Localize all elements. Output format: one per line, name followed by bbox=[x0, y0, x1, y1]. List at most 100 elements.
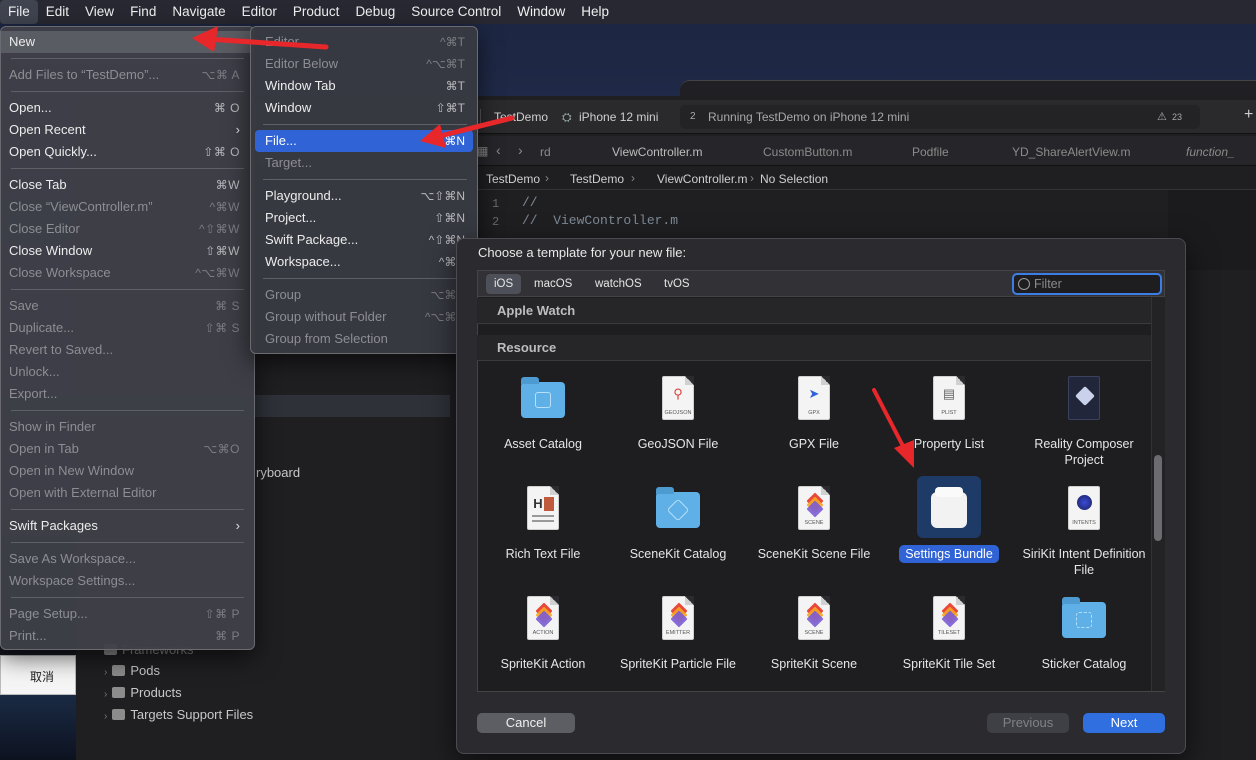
platform-tab-watchos[interactable]: watchOS bbox=[587, 274, 650, 294]
platform-tab-macos[interactable]: macOS bbox=[526, 274, 580, 294]
forward-icon[interactable]: › bbox=[518, 142, 523, 158]
menu-item-close-window[interactable]: Close Window ⇧⌘W bbox=[1, 240, 254, 262]
jumpbar-group[interactable]: TestDemo bbox=[570, 172, 624, 186]
template-asset-catalog[interactable]: Asset Catalog bbox=[475, 376, 611, 452]
menu-item-new[interactable]: New bbox=[1, 31, 254, 53]
template-sticker-catalog[interactable]: Sticker Catalog bbox=[1016, 596, 1152, 672]
navigator-item-partial[interactable]: ryboard bbox=[256, 465, 300, 480]
menu-editor[interactable]: Editor bbox=[234, 0, 285, 24]
scheme-name[interactable]: TestDemo bbox=[494, 110, 548, 124]
menu-item-save-as-workspace[interactable]: Save As Workspace... bbox=[1, 548, 254, 570]
previous-button[interactable]: Previous bbox=[987, 713, 1069, 733]
menu-item-close-editor[interactable]: Close Editor ^⇧⌘W bbox=[1, 218, 254, 240]
menu-file[interactable]: File bbox=[0, 0, 38, 24]
menu-product[interactable]: Product bbox=[285, 0, 348, 24]
submenu-item-editor-below[interactable]: Editor Below ^⌥⌘T bbox=[255, 53, 473, 75]
template-spritekit-particle[interactable]: EMITTER SpriteKit Particle File bbox=[610, 596, 746, 672]
menu-separator bbox=[11, 509, 244, 510]
menu-view[interactable]: View bbox=[77, 0, 122, 24]
tab-podfile[interactable]: Podfile bbox=[912, 145, 949, 159]
warning-icon[interactable]: ⚠ bbox=[1157, 110, 1167, 123]
scrollbar-thumb[interactable] bbox=[1154, 455, 1162, 541]
next-button[interactable]: Next bbox=[1083, 713, 1165, 733]
platform-tab-tvos[interactable]: tvOS bbox=[656, 274, 698, 294]
platform-tab-ios[interactable]: iOS bbox=[486, 274, 522, 294]
menu-debug[interactable]: Debug bbox=[347, 0, 403, 24]
menu-item-show-in-finder[interactable]: Show in Finder bbox=[1, 416, 254, 438]
grid-icon[interactable]: ▦ bbox=[477, 144, 488, 158]
template-geojson-file[interactable]: ⚲ GEOJSON GeoJSON File bbox=[610, 376, 746, 452]
code-line[interactable]: // ViewController.m bbox=[522, 213, 678, 228]
template-reality-composer[interactable]: Reality Composer Project bbox=[1016, 376, 1152, 468]
activity-text: Running TestDemo on iPhone 12 mini bbox=[708, 110, 910, 124]
back-icon[interactable]: ‹ bbox=[496, 142, 501, 158]
menu-separator bbox=[263, 124, 467, 125]
menu-window[interactable]: Window bbox=[509, 0, 573, 24]
submenu-item-target[interactable]: Target... bbox=[255, 152, 473, 174]
menu-help[interactable]: Help bbox=[573, 0, 617, 24]
menu-item-export[interactable]: Export... bbox=[1, 383, 254, 405]
template-spritekit-scene[interactable]: SCENE SpriteKit Scene bbox=[746, 596, 882, 672]
jumpbar-project[interactable]: TestDemo bbox=[486, 172, 540, 186]
file-menu: New Add Files to “TestDemo”... ⌥⌘ A Open.… bbox=[0, 26, 255, 650]
menu-item-open-new-window[interactable]: Open in New Window bbox=[1, 460, 254, 482]
menu-item-save[interactable]: Save ⌘ S bbox=[1, 295, 254, 317]
submenu-item-file[interactable]: File... ⌘N bbox=[255, 130, 473, 152]
submenu-item-window[interactable]: Window ⇧⌘T bbox=[255, 97, 473, 119]
submenu-item-project[interactable]: Project... ⇧⌘N bbox=[255, 207, 473, 229]
template-property-list[interactable]: ▤ PLIST Property List bbox=[881, 376, 1017, 452]
submenu-item-workspace[interactable]: Workspace... ^⌘N bbox=[255, 251, 473, 273]
filter-input[interactable] bbox=[1034, 276, 1154, 292]
menu-item-close-tab[interactable]: Close Tab ⌘W bbox=[1, 174, 254, 196]
add-icon[interactable]: + bbox=[1244, 106, 1253, 124]
template-spritekit-action[interactable]: ACTION SpriteKit Action bbox=[475, 596, 611, 672]
menu-item-open[interactable]: Open... ⌘ O bbox=[1, 97, 254, 119]
submenu-item-window-tab[interactable]: Window Tab ⌘T bbox=[255, 75, 473, 97]
menu-item-open-in-tab[interactable]: Open in Tab ⌥⌘O bbox=[1, 438, 254, 460]
menu-item-print[interactable]: Print... ⌘ P bbox=[1, 625, 254, 647]
template-settings-bundle[interactable]: Settings Bundle bbox=[881, 486, 1017, 563]
tab-function[interactable]: function_ bbox=[1186, 145, 1235, 159]
navigator-folder-products[interactable]: › Products bbox=[104, 685, 182, 700]
menu-item-close-workspace[interactable]: Close Workspace ^⌥⌘W bbox=[1, 262, 254, 284]
jumpbar-file[interactable]: ViewController.m bbox=[657, 172, 747, 186]
menu-item-close-file[interactable]: Close “ViewController.m” ^⌘W bbox=[1, 196, 254, 218]
template-scenekit-catalog[interactable]: SceneKit Catalog bbox=[610, 486, 746, 562]
menu-edit[interactable]: Edit bbox=[38, 0, 77, 24]
code-line[interactable]: // bbox=[522, 195, 538, 210]
submenu-item-playground[interactable]: Playground... ⌥⇧⌘N bbox=[255, 185, 473, 207]
submenu-item-group-from-selection[interactable]: Group from Selection bbox=[255, 328, 473, 350]
menu-item-open-recent[interactable]: Open Recent › bbox=[1, 119, 254, 141]
menu-item-open-quickly[interactable]: Open Quickly... ⇧⌘ O bbox=[1, 141, 254, 163]
tab-custombutton[interactable]: CustomButton.m bbox=[763, 145, 852, 159]
menu-item-unlock[interactable]: Unlock... bbox=[1, 361, 254, 383]
navigator-folder-pods[interactable]: › Pods bbox=[104, 663, 160, 678]
submenu-item-swift-package[interactable]: Swift Package... ^⇧⌘N bbox=[255, 229, 473, 251]
menu-source-control[interactable]: Source Control bbox=[403, 0, 509, 24]
menu-item-swift-packages[interactable]: Swift Packages › bbox=[1, 515, 254, 537]
menu-item-add-files[interactable]: Add Files to “TestDemo”... ⌥⌘ A bbox=[1, 64, 254, 86]
template-rich-text-file[interactable]: H Rich Text File bbox=[475, 486, 611, 562]
chevron-right-icon: › bbox=[545, 171, 549, 185]
jumpbar-symbol[interactable]: No Selection bbox=[760, 172, 828, 186]
template-gpx-file[interactable]: ➤ GPX GPX File bbox=[746, 376, 882, 452]
menu-item-duplicate[interactable]: Duplicate... ⇧⌘ S bbox=[1, 317, 254, 339]
menu-item-open-external[interactable]: Open with External Editor bbox=[1, 482, 254, 504]
menu-item-workspace-settings[interactable]: Workspace Settings... bbox=[1, 570, 254, 592]
tab-partial[interactable]: rd bbox=[540, 145, 551, 159]
menu-item-page-setup[interactable]: Page Setup... ⇧⌘ P bbox=[1, 603, 254, 625]
cancel-button[interactable]: Cancel bbox=[477, 713, 575, 733]
menu-item-revert[interactable]: Revert to Saved... bbox=[1, 339, 254, 361]
menu-find[interactable]: Find bbox=[122, 0, 164, 24]
navigator-folder-targets-support[interactable]: › Targets Support Files bbox=[104, 707, 253, 722]
tab-viewcontroller[interactable]: ViewController.m bbox=[612, 145, 702, 159]
template-scenekit-scene-file[interactable]: SCENE SceneKit Scene File bbox=[746, 486, 882, 562]
template-spritekit-tile-set[interactable]: TILESET SpriteKit Tile Set bbox=[881, 596, 1017, 672]
menu-navigate[interactable]: Navigate bbox=[164, 0, 233, 24]
tab-sharealertview[interactable]: YD_ShareAlertView.m bbox=[1012, 145, 1131, 159]
template-sirikit-intent[interactable]: INTENTS SiriKit Intent Definition File bbox=[1016, 486, 1152, 578]
device-name[interactable]: iPhone 12 mini bbox=[579, 110, 658, 124]
submenu-item-group[interactable]: Group ⌥⌘N bbox=[255, 284, 473, 306]
submenu-item-group-without-folder[interactable]: Group without Folder ^⌥⌘N bbox=[255, 306, 473, 328]
submenu-item-editor[interactable]: Editor ^⌘T bbox=[255, 31, 473, 53]
